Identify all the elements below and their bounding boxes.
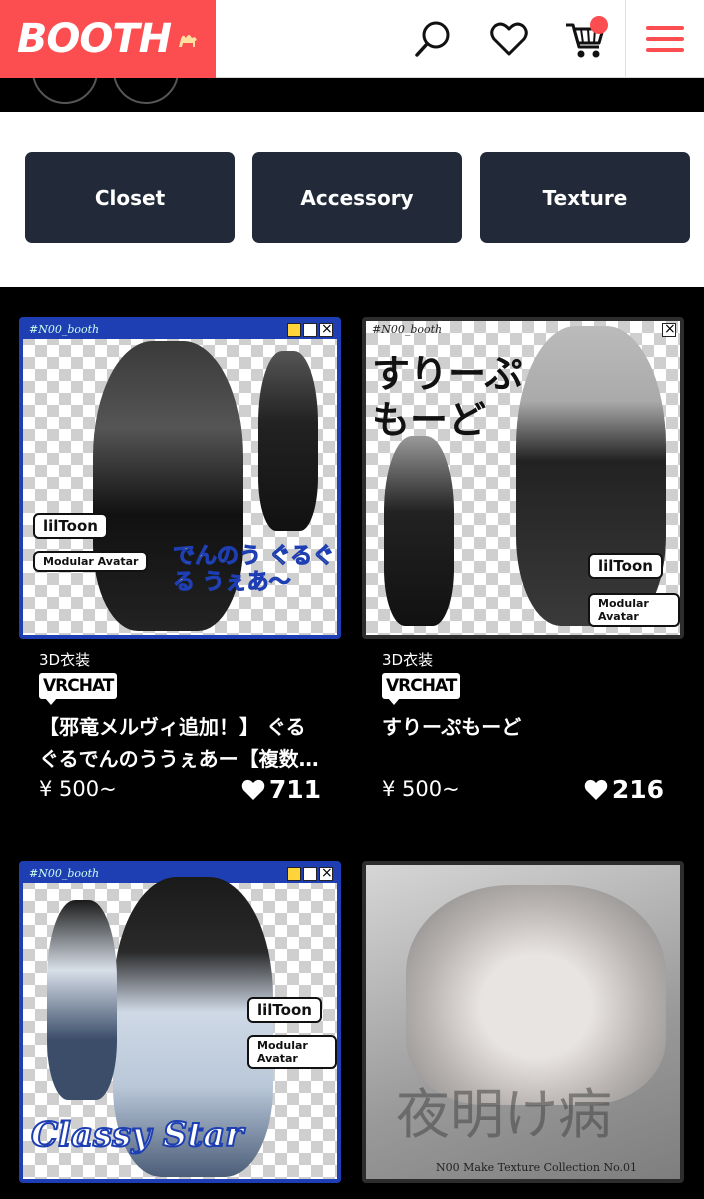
cart-notification-dot — [590, 16, 608, 34]
product-thumbnail[interactable]: #N00_booth すりーぷ もーど lilToon Modular Avat… — [362, 317, 684, 639]
heart-filled-icon — [241, 779, 265, 800]
liltoon-badge: lilToon — [588, 553, 663, 579]
like-count: 216 — [611, 775, 664, 804]
modular-avatar-badge: Modular Avatar — [33, 551, 149, 572]
thumb-art-text: Classy Star — [30, 1114, 244, 1156]
product-category[interactable]: 3D衣装 — [39, 649, 321, 671]
product-thumbnail[interactable]: #N00_booth lilToon Modular Avatar Classy… — [19, 861, 341, 1183]
category-closet-button[interactable]: Closet — [25, 152, 235, 243]
thumb-art-text: 夜明け病 — [396, 1083, 612, 1146]
mail-icon[interactable] — [113, 78, 179, 104]
logo-text: BOOTH — [16, 16, 172, 62]
cart-icon[interactable] — [560, 14, 610, 64]
modular-avatar-badge: Modular Avatar — [247, 1035, 337, 1069]
avatar-figure-small — [384, 436, 454, 626]
x-icon[interactable] — [32, 78, 98, 104]
like-button[interactable]: 216 — [584, 775, 664, 804]
like-button[interactable]: 711 — [241, 775, 321, 804]
product-thumbnail[interactable]: 夜明け病 N00 Make Texture Collection No.01 — [362, 861, 684, 1183]
product-category[interactable]: 3D衣装 — [382, 649, 664, 671]
product-title[interactable]: 【邪竜メルヴィ追加！】 ぐるぐるでんのううぇあー【複数… — [39, 711, 321, 775]
thumb-handle: #N00_booth — [29, 867, 100, 880]
category-texture-button[interactable]: Texture — [480, 152, 690, 243]
menu-icon[interactable] — [640, 14, 690, 64]
thumb-caption: N00 Make Texture Collection No.01 — [436, 1161, 638, 1174]
vrchat-badge: VRCHAT — [39, 673, 118, 705]
liltoon-badge: lilToon — [33, 513, 108, 539]
camel-icon — [177, 29, 199, 55]
product-card[interactable]: #N00_booth lilToon Modular Avatar でんのう ぐ… — [19, 317, 341, 811]
category-nav: Closet Accessory Texture — [0, 112, 704, 287]
product-price: ¥ 500~ — [39, 777, 117, 801]
modular-avatar-badge: Modular Avatar — [588, 593, 680, 627]
booth-logo[interactable]: BOOTH — [0, 0, 216, 78]
avatar-figure-small — [47, 900, 117, 1100]
liltoon-badge: lilToon — [247, 997, 322, 1023]
product-price: ¥ 500~ — [382, 777, 460, 801]
vrchat-badge: VRCHAT — [382, 673, 461, 705]
product-card[interactable]: #N00_booth lilToon Modular Avatar Classy… — [19, 861, 341, 1183]
thumb-art-text: でんのう ぐるぐる うぇあ〜 — [173, 543, 335, 596]
like-count: 711 — [268, 775, 321, 804]
category-accessory-button[interactable]: Accessory — [252, 152, 462, 243]
thumb-handle: #N00_booth — [29, 323, 100, 336]
heart-filled-icon — [584, 779, 608, 800]
avatar-figure — [516, 326, 666, 626]
product-grid: #N00_booth lilToon Modular Avatar でんのう ぐ… — [0, 287, 704, 1199]
thumb-window-bar: #N00_booth — [23, 321, 337, 339]
thumb-handle: #N00_booth — [372, 323, 443, 336]
share-buttons — [0, 78, 704, 112]
thumb-window-bar: #N00_booth — [366, 321, 680, 339]
site-header: BOOTH — [0, 0, 704, 78]
search-icon[interactable] — [408, 14, 458, 64]
product-thumbnail[interactable]: #N00_booth lilToon Modular Avatar でんのう ぐ… — [19, 317, 341, 639]
heart-icon[interactable] — [484, 14, 534, 64]
product-card[interactable]: #N00_booth すりーぷ もーど lilToon Modular Avat… — [362, 317, 684, 811]
header-divider — [625, 0, 626, 78]
avatar-figure-small — [258, 351, 318, 531]
product-card[interactable]: 夜明け病 N00 Make Texture Collection No.01 — [362, 861, 684, 1183]
product-title[interactable]: すりーぷもーど — [382, 711, 664, 775]
